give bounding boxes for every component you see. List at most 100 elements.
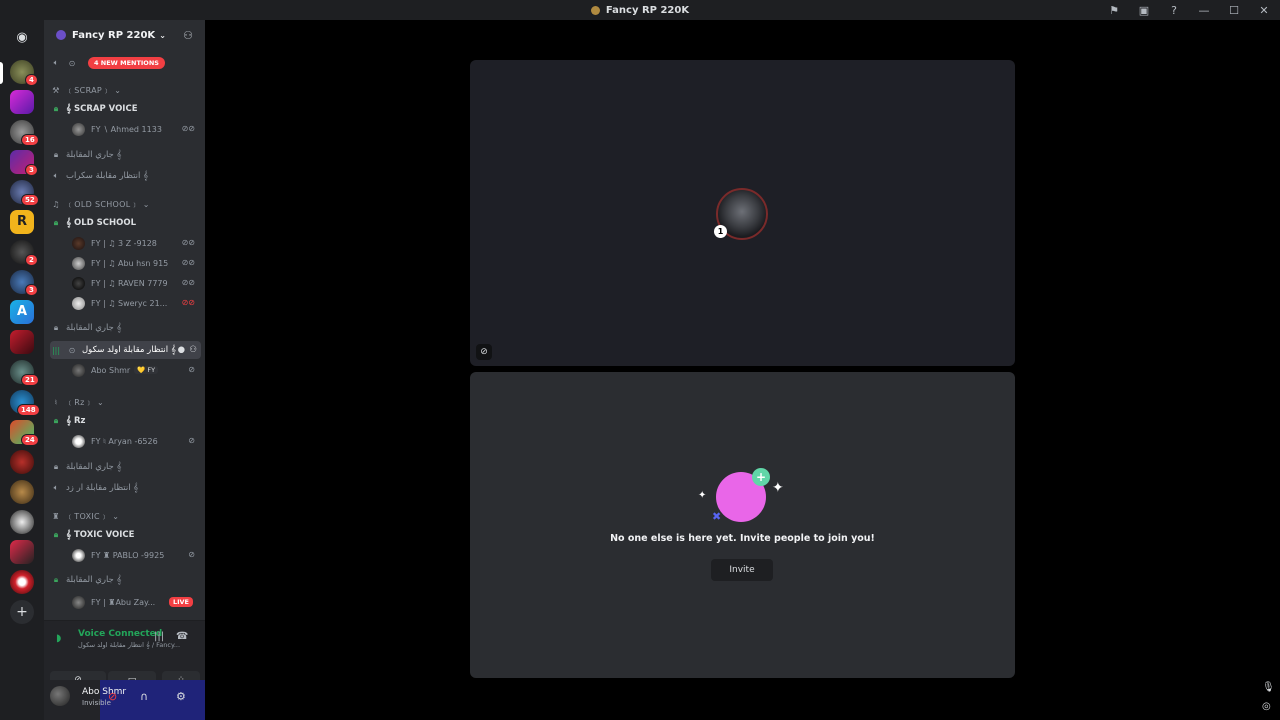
voice-user[interactable]: FY ∖ Ahmed 1133 ⊘⊘: [72, 120, 197, 138]
server-icon-rockstar[interactable]: R: [10, 210, 34, 234]
channel-interview-4[interactable]: 🔒︎ جاري المقابلة 𝄞: [50, 571, 201, 589]
channel-label: انتظار مقابلة سكراب 𝄞: [66, 171, 149, 181]
category-label: ﹝OLD SCHOOL﹞: [66, 199, 139, 209]
category-label: ﹝SCRAP﹞: [66, 85, 111, 95]
participant-tile[interactable]: 1 ⊘: [470, 60, 1015, 366]
panel-username[interactable]: Abo Shmr: [82, 687, 126, 697]
noise-suppression-icon[interactable]: |||: [154, 631, 164, 642]
category-label: ﹝Rz﹞: [66, 397, 93, 407]
discord-home-icon[interactable]: ◉: [10, 26, 34, 50]
flag-icon[interactable]: ⚑: [1106, 4, 1122, 17]
speaker-icon: 🔈︎: [53, 483, 59, 492]
server-icon: [590, 5, 600, 15]
invite-people-icon[interactable]: ⚇: [183, 29, 193, 42]
server-icon-17[interactable]: [10, 540, 34, 564]
title-controls: ⚑ ▣ ? — ☐ ✕: [1106, 0, 1272, 20]
server-icon-18[interactable]: [10, 570, 34, 594]
category-toxic[interactable]: ♜ ﹝TOXIC﹞ ⌄: [50, 507, 201, 525]
close-button[interactable]: ✕: [1256, 4, 1272, 17]
minimize-button[interactable]: —: [1196, 4, 1212, 17]
server-tag: 💛 FY: [134, 366, 159, 374]
lock-icon: 🔒︎: [53, 104, 59, 113]
user-name: FY ♜ PABLO -9925: [91, 550, 165, 560]
lock-icon: 🔒︎: [53, 150, 59, 159]
mention-badge: 148: [17, 404, 40, 416]
help-icon[interactable]: ?: [1166, 4, 1182, 17]
server-icon-16[interactable]: [10, 510, 34, 534]
channel-rz[interactable]: 🔒︎ 𝄞 Rz: [50, 412, 201, 430]
category-old-school[interactable]: ♫ ﹝OLD SCHOOL﹞ ⌄: [50, 195, 201, 213]
user-name: FY ♮ Aryan -6526: [91, 436, 158, 446]
server-header[interactable]: Fancy RP 220K ⌄ ⚇: [44, 20, 205, 50]
voice-channel-name[interactable]: انتظار مقابلة اولد سكول 𝄞 / Fancy...: [78, 641, 180, 650]
add-server-icon[interactable]: +: [10, 600, 34, 624]
user-avatar[interactable]: [50, 686, 70, 706]
invite-tile: + ✦ ✦ ✖ No one else is here yet. Invite …: [470, 372, 1015, 678]
lock-icon: 🔒︎: [53, 530, 59, 539]
headphones-icon[interactable]: ∩: [140, 690, 148, 703]
voice-user[interactable]: Abo Shmr 💛 FY ⊘: [72, 361, 197, 379]
new-mentions-badge[interactable]: 4 NEW MENTIONS: [88, 57, 165, 69]
add-member-icon[interactable]: ⚇: [189, 345, 197, 355]
settings-gear-icon[interactable]: ⚙: [176, 690, 186, 703]
mention-badge: 16: [21, 134, 39, 146]
mic-icon[interactable]: 🎙︎: [1262, 682, 1275, 693]
voice-user[interactable]: FY | ♫ Sweryc 21... ⊘⊘: [72, 294, 197, 312]
voice-user[interactable]: FY | ♜Abu Zay... LIVE: [72, 593, 197, 611]
user-name: FY | ♜Abu Zay...: [91, 597, 156, 607]
server-icon-a[interactable]: A: [10, 300, 34, 324]
channel-old-school[interactable]: 🔒︎ 𝄞 OLD SCHOOL: [50, 214, 201, 232]
channel-label: 𝄞 TOXIC VOICE: [66, 530, 135, 540]
channel-row[interactable]: 🔈︎ ⊙ 4 NEW MENTIONS: [50, 54, 201, 72]
voice-user[interactable]: FY | ♫ Abu hsn 915 ⊘⊘: [72, 254, 197, 272]
channel-wait-rz[interactable]: 🔈︎ انتظار مقابلة ار زد 𝄞: [50, 479, 201, 497]
window-title-text: Fancy RP 220K: [605, 4, 690, 16]
voice-user[interactable]: FY | ♫ 3 Z -9128 ⊘⊘: [72, 234, 197, 252]
stage-icon: ⊙: [68, 345, 76, 355]
server-icon-2[interactable]: [10, 90, 34, 114]
channel-toxic-voice[interactable]: 🔒︎ 𝄞 TOXIC VOICE: [50, 526, 201, 544]
channel-interview-2[interactable]: 🔒︎ جاري المقابلة 𝄞: [50, 319, 201, 337]
mention-badge: 2: [25, 254, 38, 266]
category-icon: ⚒: [52, 85, 60, 95]
mention-badge: 3: [25, 164, 38, 176]
channel-interview-1[interactable]: 🔒︎ جاري المقابلة 𝄞: [50, 146, 201, 164]
mention-badge: 4: [25, 74, 38, 86]
server-logo-icon: [56, 30, 66, 40]
mention-badge: 24: [21, 434, 39, 446]
maximize-button[interactable]: ☐: [1226, 4, 1242, 17]
invite-button[interactable]: Invite: [711, 559, 773, 581]
server-icon-15[interactable]: [10, 480, 34, 504]
sparkle-icon: ✦: [772, 480, 784, 496]
category-rz[interactable]: ♮ ﹝Rz﹞ ⌄: [50, 393, 201, 411]
disconnect-icon[interactable]: ☎: [176, 631, 188, 642]
live-badge: LIVE: [168, 597, 193, 607]
channel-sidebar: Fancy RP 220K ⌄ ⚇ 🔈︎ ⊙ 4 NEW MENTIONS ⚒ …: [44, 20, 205, 720]
voice-user[interactable]: FY ♜ PABLO -9925 ⊘: [72, 546, 197, 564]
mention-badge: 3: [25, 284, 38, 296]
server-rail: ◉ 4 16 3 52 R 2 3 A 21 148 24 +: [0, 20, 44, 720]
chat-icon[interactable]: ●: [178, 345, 185, 355]
mention-badge: 21: [21, 374, 39, 386]
channel-wait-scrap[interactable]: 🔈︎ انتظار مقابلة سكراب 𝄞: [50, 167, 201, 185]
server-icon-10[interactable]: [10, 330, 34, 354]
channel-scrap-voice[interactable]: 🔒︎ 𝄞 SCRAP VOICE: [50, 100, 201, 118]
voice-user[interactable]: FY | ♫ RAVEN 7779 ⊘⊘: [72, 274, 197, 292]
channel-wait-old-school[interactable]: ||| ⊙ انتظار مقابلة اولد سكول 𝄞 ● ⚇: [50, 341, 201, 359]
category-scrap[interactable]: ⚒ ﹝SCRAP﹞ ⌄: [50, 81, 201, 99]
muted-icon: ⊘: [476, 344, 492, 360]
inbox-icon[interactable]: ▣: [1136, 4, 1152, 17]
server-icon-14[interactable]: [10, 450, 34, 474]
user-name: FY | ♫ RAVEN 7779: [91, 278, 168, 288]
chevron-down-icon: ⌄: [114, 85, 122, 95]
chevron-down-icon: ⌄: [96, 397, 104, 407]
channel-interview-3[interactable]: 🔒︎ جاري المقابلة 𝄞: [50, 458, 201, 476]
mic-muted-icon[interactable]: ⊘: [108, 690, 117, 703]
channel-label: انتظار مقابلة اولد سكول 𝄞: [82, 345, 176, 355]
user-name: FY ∖ Ahmed 1133: [91, 124, 162, 134]
target-icon[interactable]: ◎: [1262, 701, 1271, 712]
signal-icon[interactable]: ◗: [56, 633, 61, 644]
voice-user[interactable]: FY ♮ Aryan -6526 ⊘: [72, 432, 197, 450]
voice-status[interactable]: Voice Connected: [78, 629, 162, 639]
chevron-down-icon: ⌄: [142, 199, 150, 209]
